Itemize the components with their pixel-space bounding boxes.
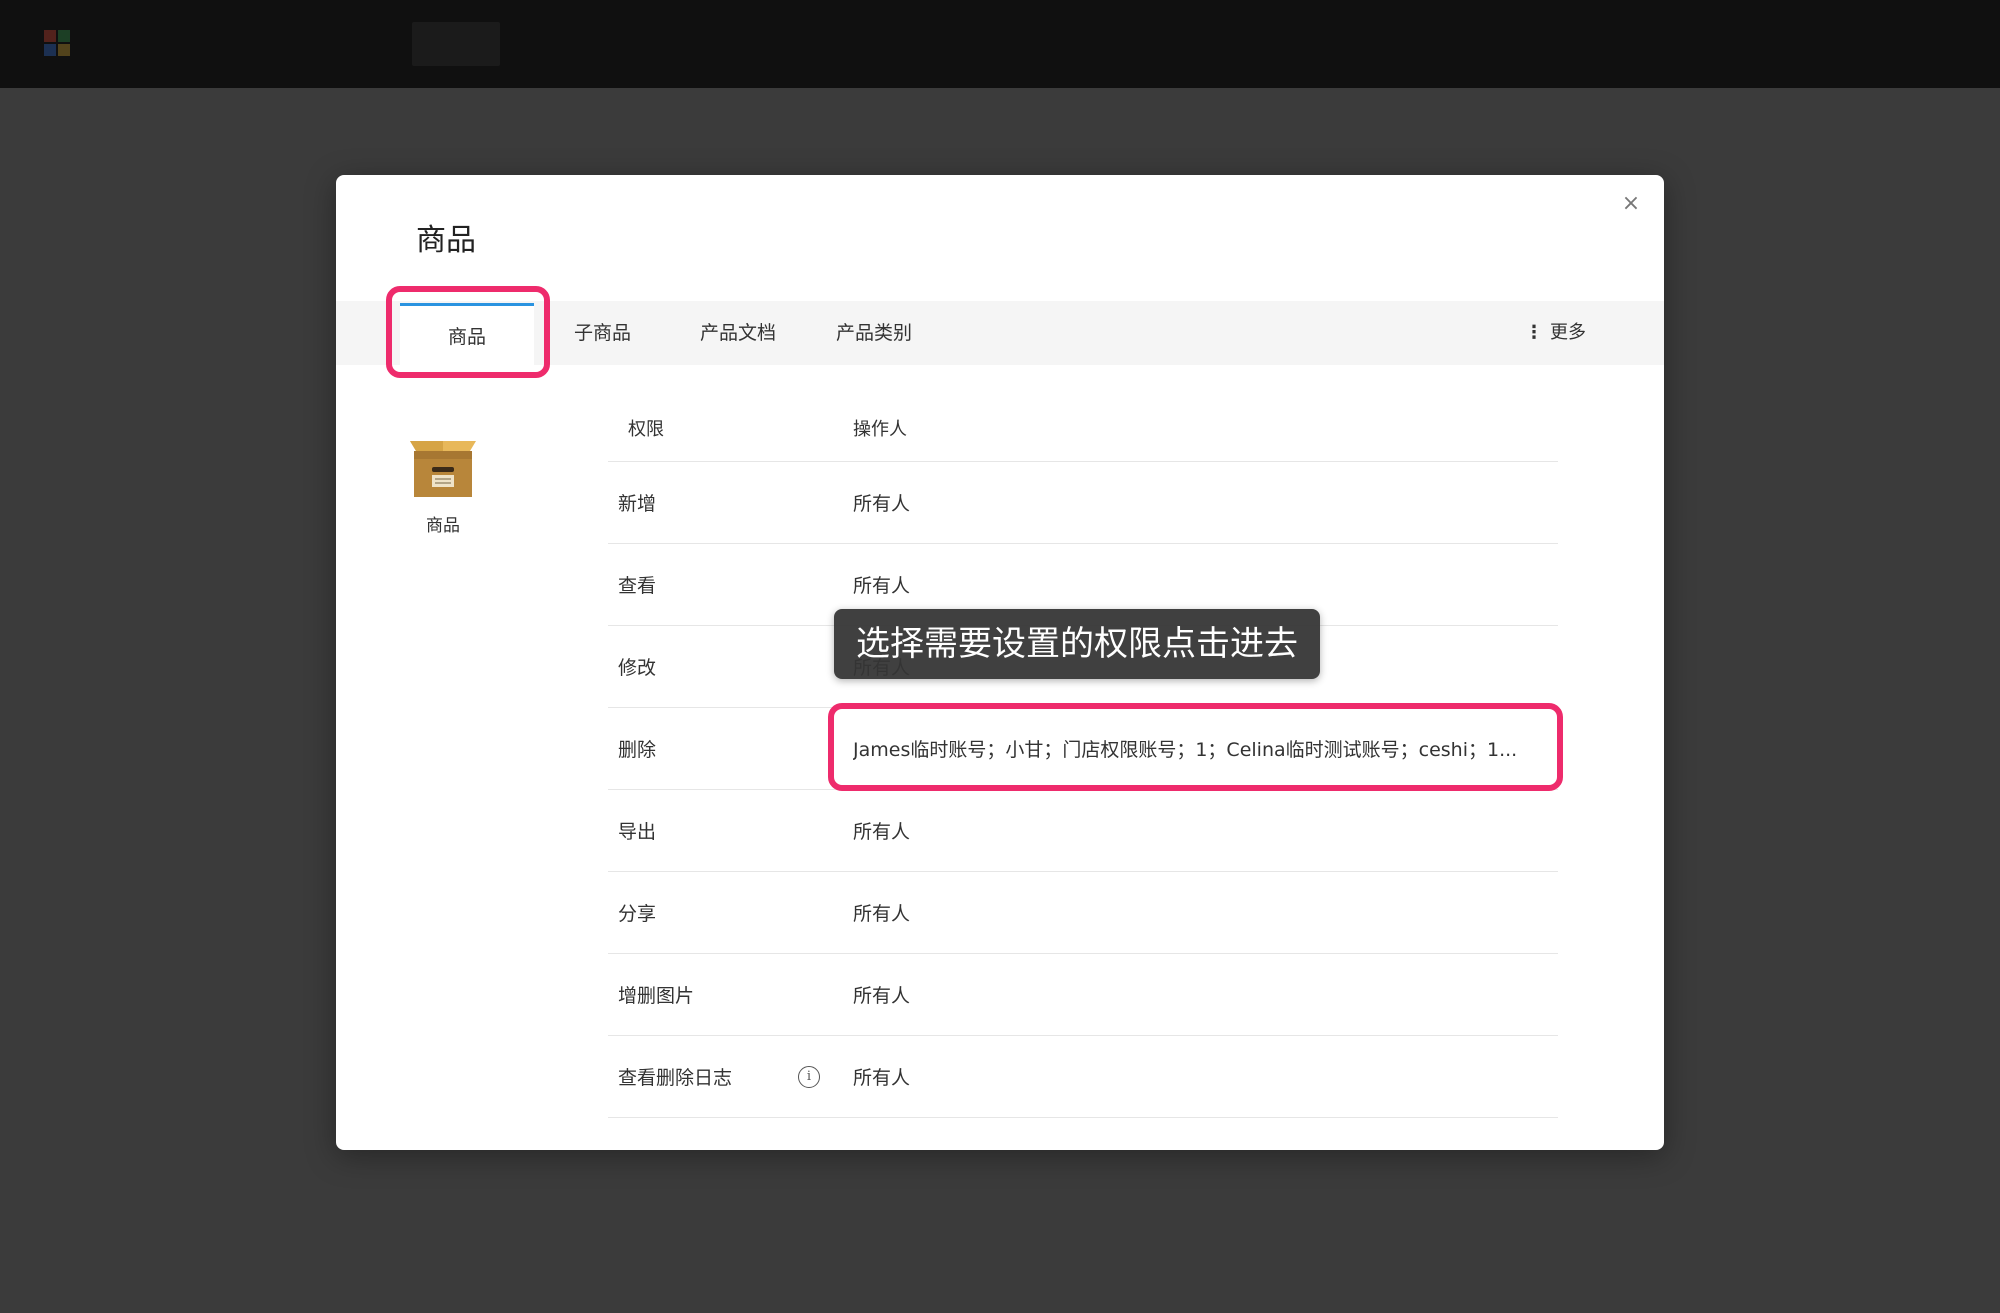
module-card-label: 商品 <box>426 516 460 536</box>
table-row[interactable]: 导出 所有人 <box>608 790 1558 872</box>
tab-products[interactable]: 商品 <box>400 303 534 365</box>
table-row[interactable]: 查看删除日志 i 所有人 <box>608 1036 1558 1118</box>
table-row[interactable]: 分享 所有人 <box>608 872 1558 954</box>
table-row[interactable]: 新增 所有人 <box>608 462 1558 544</box>
header-operator: 操作人 <box>853 419 907 440</box>
row-permission: 分享 <box>618 903 657 925</box>
row-operator: 所有人 <box>853 985 911 1007</box>
permission-table: 权限 操作人 新增 所有人 查看 所有人 修改 所有人 删除 James临时账号… <box>608 395 1558 1118</box>
row-operator: 所有人 <box>853 493 911 515</box>
row-operator: James临时账号；小甘；门店权限账号；1；Celina临时测试账号；ceshi… <box>853 739 1518 761</box>
more-label: 更多 <box>1550 322 1586 343</box>
row-operator: 所有人 <box>853 903 911 925</box>
more-vertical-icon: ⋮ <box>1525 322 1543 343</box>
row-operator: 所有人 <box>853 821 911 843</box>
tab-product-categories[interactable]: 产品类别 <box>836 301 912 365</box>
row-permission: 查看 <box>618 575 657 597</box>
box-icon <box>410 441 476 497</box>
row-permission: 修改 <box>618 657 657 679</box>
row-operator: 所有人 <box>853 1067 911 1089</box>
tab-sub-products[interactable]: 子商品 <box>574 301 631 365</box>
modal-title: 商品 <box>416 223 476 258</box>
module-card[interactable]: 商品 <box>406 437 480 536</box>
instruction-caption: 选择需要设置的权限点击进去 <box>834 609 1320 679</box>
tab-bar: 商品 子商品 产品文档 产品类别 ⋮ 更多 <box>336 301 1664 365</box>
row-permission: 查看删除日志 i <box>608 1063 853 1090</box>
table-row[interactable]: 删除 James临时账号；小甘；门店权限账号；1；Celina临时测试账号；ce… <box>608 708 1558 790</box>
table-row[interactable]: 增删图片 所有人 <box>608 954 1558 1036</box>
row-permission-label: 查看删除日志 <box>618 1067 733 1089</box>
row-permission: 新增 <box>618 493 657 515</box>
row-permission: 增删图片 <box>618 985 695 1007</box>
table-header: 权限 操作人 <box>608 395 1558 462</box>
more-button[interactable]: ⋮ 更多 <box>1525 301 1586 365</box>
row-permission: 导出 <box>618 821 657 843</box>
tab-product-docs[interactable]: 产品文档 <box>700 301 776 365</box>
row-permission: 删除 <box>618 739 657 761</box>
row-operator: 所有人 <box>853 575 911 597</box>
close-icon[interactable]: × <box>1616 189 1646 219</box>
info-icon[interactable]: i <box>798 1065 820 1088</box>
header-permission: 权限 <box>628 419 664 440</box>
